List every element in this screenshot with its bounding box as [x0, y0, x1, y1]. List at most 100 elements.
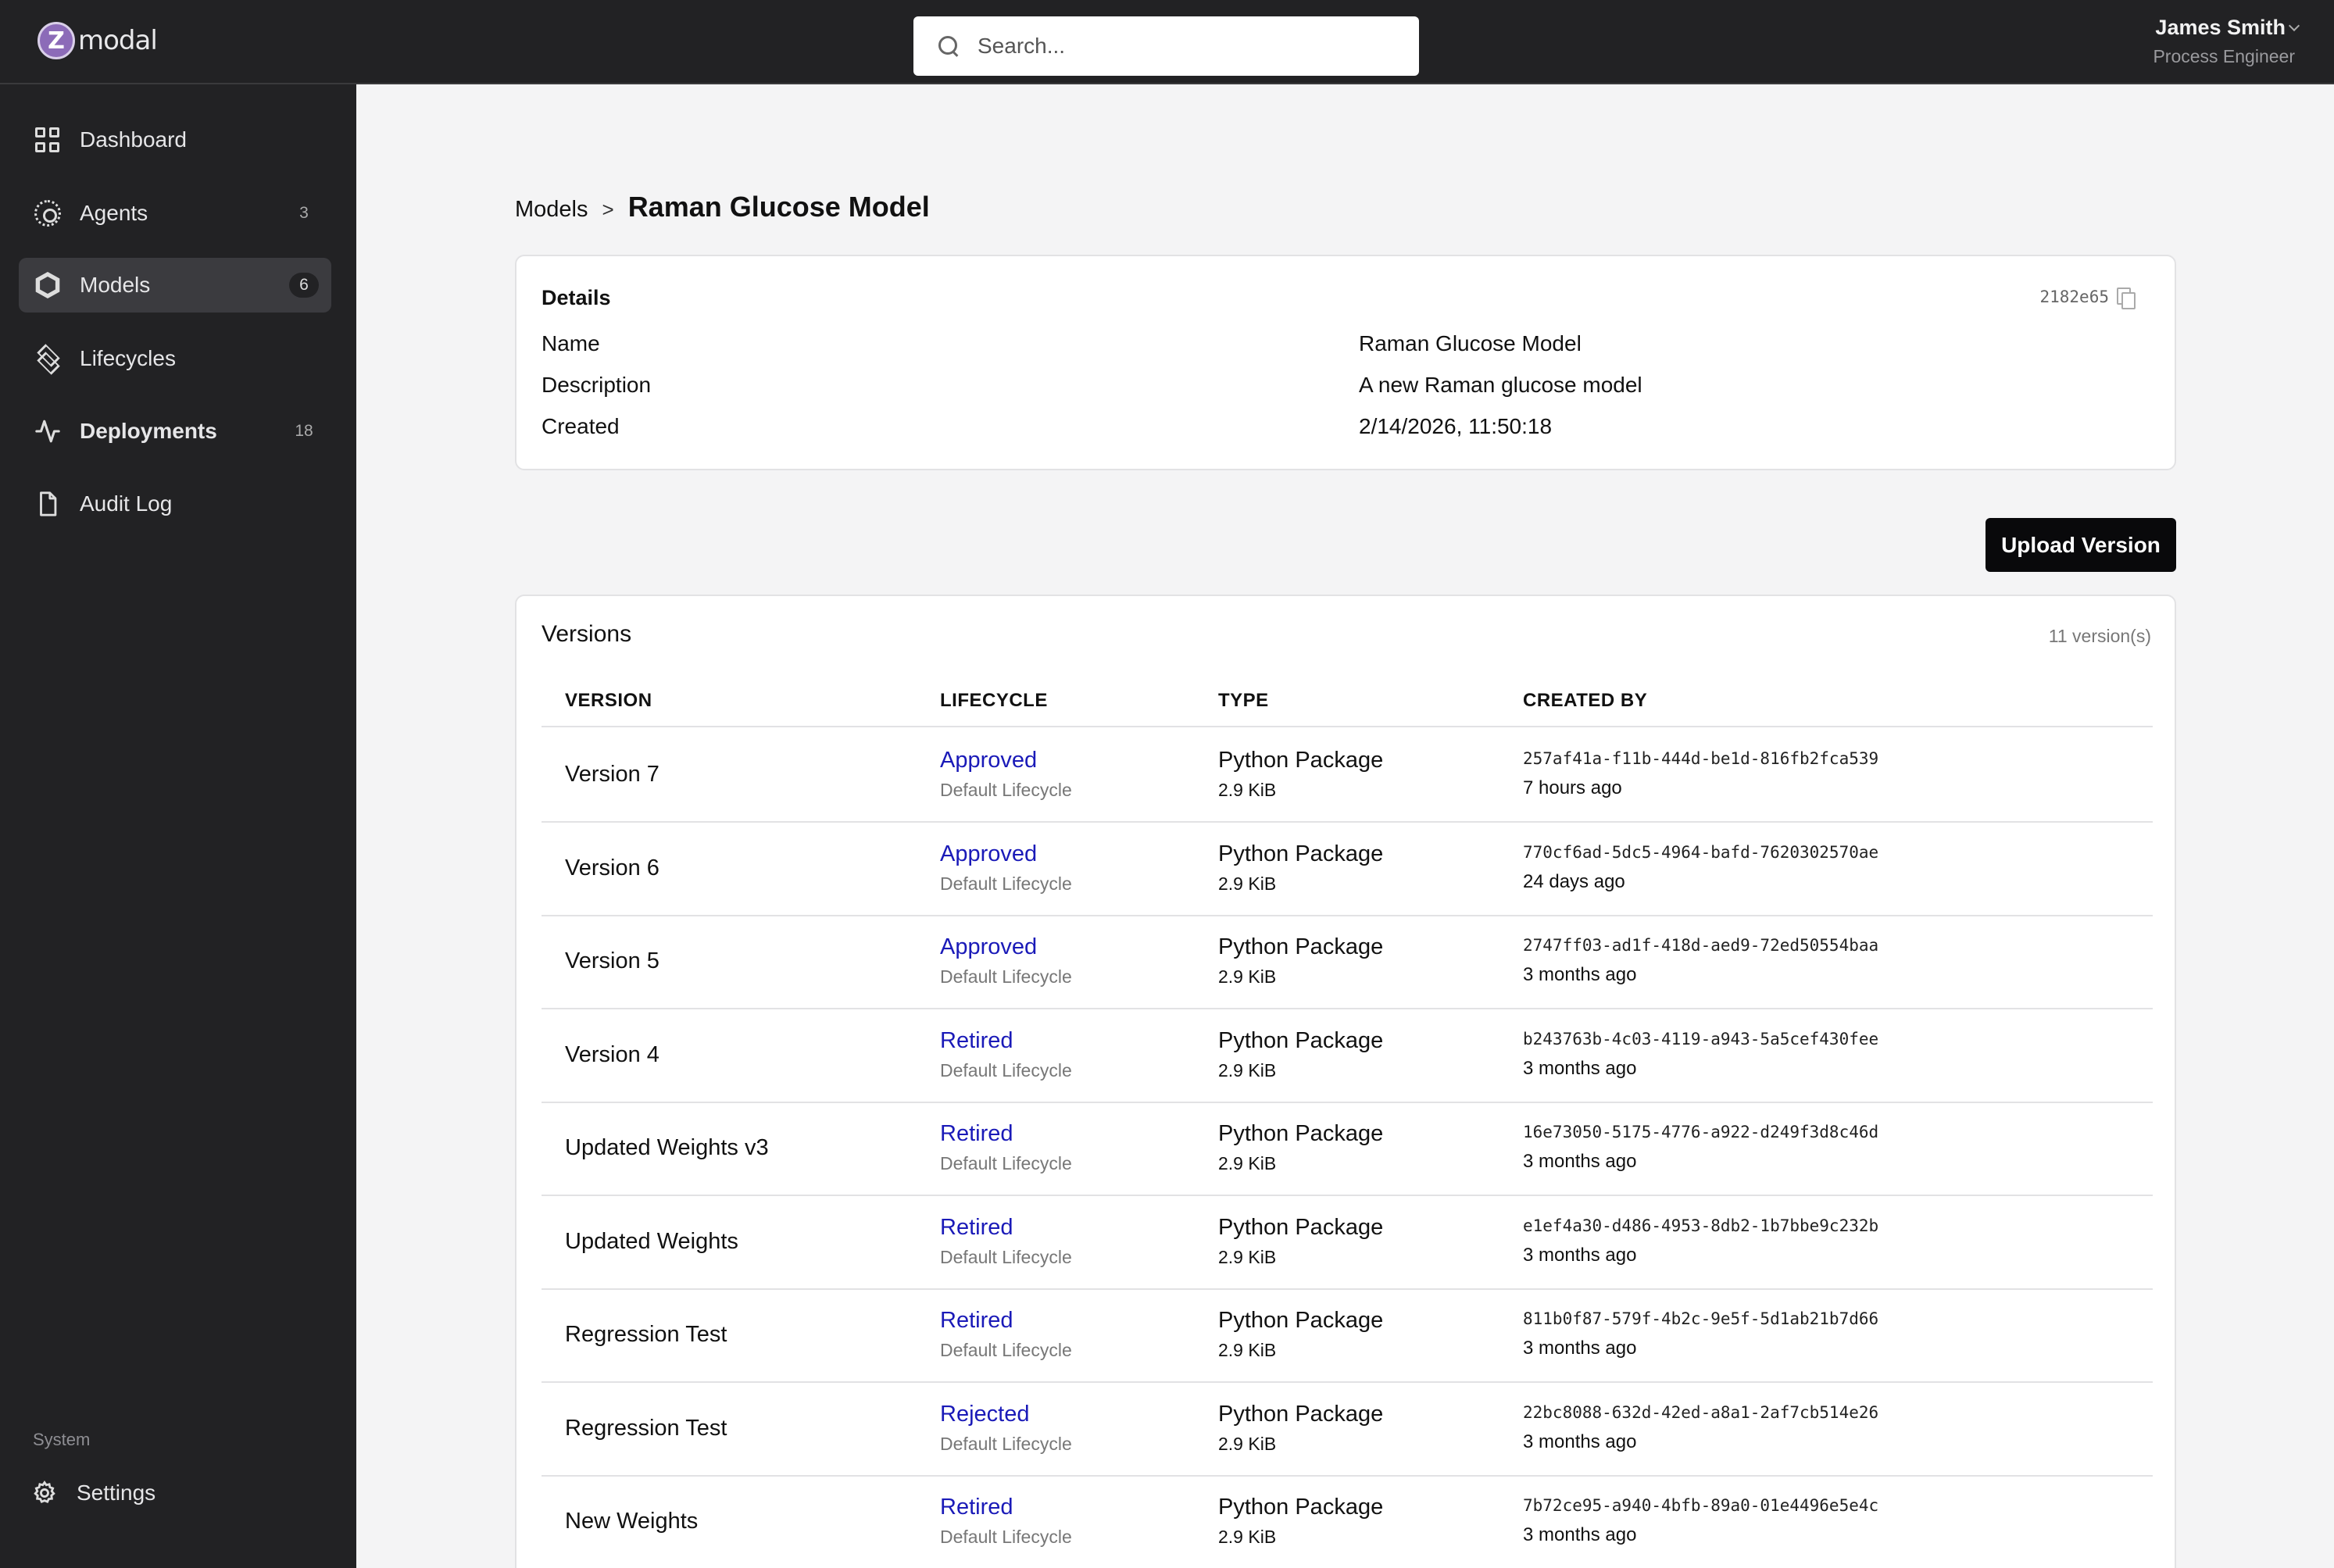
sidebar-item-deployments[interactable]: Deployments 18 — [19, 404, 331, 459]
upload-version-button[interactable]: Upload Version — [1986, 518, 2176, 572]
lifecycle-status-link[interactable]: Retired — [940, 1308, 1072, 1334]
table-header: VERSION LIFECYCLE TYPE CREATED BY — [542, 684, 2153, 727]
layers-icon — [34, 345, 61, 372]
top-bar: modal James Smith Process Engineer — [0, 0, 2334, 84]
package-size: 2.9 KiB — [1218, 1153, 1277, 1173]
detail-value: A new Raman glucose model — [1359, 373, 1642, 397]
sidebar-item-audit-log[interactable]: Audit Log — [19, 477, 331, 531]
search-icon — [937, 34, 960, 58]
sidebar-item-agents[interactable]: Agents 3 — [19, 186, 331, 241]
lifecycle-status-link[interactable]: Retired — [940, 1028, 1072, 1054]
column-header-type[interactable]: TYPE — [1218, 690, 1269, 712]
creator-id: 257af41a-f11b-444d-be1d-816fb2fca539 — [1523, 749, 1879, 768]
lifecycle-status-link[interactable]: Rejected — [940, 1402, 1072, 1427]
version-name[interactable]: Version 5 — [565, 948, 659, 974]
sidebar-item-settings[interactable]: Settings — [19, 1466, 331, 1520]
type-cell: Python Package 2.9 KiB — [1218, 934, 1383, 988]
versions-card: Versions 11 version(s) VERSION LIFECYCLE… — [515, 595, 2176, 1568]
sidebar-item-label: Deployments — [80, 419, 217, 443]
table-row[interactable]: Regression Test Rejected Default Lifecycle… — [542, 1383, 2153, 1477]
column-header-created-by[interactable]: CREATED BY — [1523, 690, 1647, 712]
created-time: 24 days ago — [1523, 870, 1625, 892]
count-badge: 6 — [289, 273, 319, 298]
sidebar-item-label: Settings — [77, 1480, 156, 1505]
detail-key: Created — [542, 414, 620, 438]
package-size: 2.9 KiB — [1218, 1433, 1277, 1454]
column-header-lifecycle[interactable]: LIFECYCLE — [940, 690, 1048, 712]
table-row[interactable]: Updated Weights Retired Default Lifecycle P… — [542, 1196, 2153, 1290]
sidebar-item-label: Models — [80, 273, 151, 297]
app-logo[interactable]: modal — [38, 22, 158, 59]
sidebar-item-models[interactable]: Models 6 — [19, 258, 331, 313]
breadcrumb-models-link[interactable]: Models — [515, 197, 588, 223]
lifecycle-cell: Approved Default Lifecycle — [940, 841, 1072, 895]
type-cell: Python Package 2.9 KiB — [1218, 1028, 1383, 1081]
lifecycle-cell: Retired Default Lifecycle — [940, 1308, 1072, 1361]
user-name: James Smith — [2155, 16, 2286, 39]
version-name[interactable]: Updated Weights v3 — [565, 1135, 769, 1161]
breadcrumb-separator: > — [602, 198, 614, 221]
search-box[interactable] — [913, 16, 1419, 76]
count-badge: 18 — [295, 422, 313, 440]
lifecycle-status-link[interactable]: Retired — [940, 1121, 1072, 1147]
version-name[interactable]: Version 7 — [565, 762, 659, 788]
table-row[interactable]: Version 6 Approved Default Lifecycle Python… — [542, 823, 2153, 916]
versions-title: Versions — [542, 621, 632, 647]
created-by-cell: 2747ff03-ad1f-418d-aed9-72ed50554baa 3 mo… — [1523, 936, 1878, 986]
lifecycle-cell: Rejected Default Lifecycle — [940, 1402, 1072, 1455]
table-row[interactable]: Regression Test Retired Default Lifecycle P… — [542, 1289, 2153, 1383]
package-size: 2.9 KiB — [1218, 1246, 1277, 1267]
column-header-version[interactable]: VERSION — [565, 690, 652, 712]
creator-id: 770cf6ad-5dc5-4964-bafd-7620302570ae — [1523, 842, 1879, 862]
creator-id: b243763b-4c03-4119-a943-5a5cef430fee — [1523, 1029, 1879, 1048]
package-type: Python Package — [1218, 1214, 1384, 1240]
package-type: Python Package — [1218, 841, 1384, 866]
table-row[interactable]: Version 5 Approved Default Lifecycle Python… — [542, 916, 2153, 1009]
created-time: 3 months ago — [1523, 1151, 1637, 1172]
chevron-down-icon — [2288, 20, 2300, 32]
sidebar-item-label: Audit Log — [80, 491, 173, 516]
lifecycle-name: Default Lifecycle — [940, 966, 1072, 987]
lifecycle-status-link[interactable]: Approved — [940, 934, 1072, 960]
agent-icon — [34, 200, 61, 227]
package-size: 2.9 KiB — [1218, 1340, 1277, 1360]
detail-value: Raman Glucose Model — [1359, 331, 1582, 355]
version-name[interactable]: Version 4 — [565, 1042, 659, 1068]
created-by-cell: 811b0f87-579f-4b2c-9e5f-5d1ab21b7d66 3 mo… — [1523, 1309, 1878, 1359]
lifecycle-name: Default Lifecycle — [940, 1059, 1072, 1080]
version-name[interactable]: New Weights — [565, 1509, 698, 1534]
table-row[interactable]: Version 7 Approved Default Lifecycle Python… — [542, 729, 2153, 823]
version-name[interactable]: Version 6 — [565, 855, 659, 881]
version-name[interactable]: Regression Test — [565, 1322, 727, 1348]
creator-id: 2747ff03-ad1f-418d-aed9-72ed50554baa — [1523, 936, 1879, 955]
version-name[interactable]: Updated Weights — [565, 1229, 738, 1255]
lifecycle-name: Default Lifecycle — [940, 780, 1072, 800]
package-type: Python Package — [1218, 1401, 1384, 1427]
gear-icon — [31, 1480, 58, 1506]
sidebar-item-dashboard[interactable]: Dashboard — [19, 113, 331, 167]
lifecycle-status-link[interactable]: Approved — [940, 841, 1072, 867]
model-id: 2182e65 — [2039, 288, 2109, 306]
type-cell: Python Package 2.9 KiB — [1218, 1402, 1383, 1455]
search-input[interactable] — [978, 34, 1399, 59]
detail-value: 2/14/2026, 11:50:18 — [1359, 414, 1553, 438]
package-size: 2.9 KiB — [1218, 780, 1277, 800]
table-row[interactable]: Updated Weights v3 Retired Default Lifecyc… — [542, 1102, 2153, 1196]
details-card: Details 2182e65 Name Raman Glucose Model… — [515, 255, 2176, 470]
table-row[interactable]: New Weights Retired Default Lifecycle Pytho… — [542, 1476, 2153, 1568]
logo-mark-icon — [38, 22, 75, 59]
user-menu[interactable]: James Smith Process Engineer — [2153, 16, 2300, 67]
created-time: 3 months ago — [1523, 1430, 1637, 1452]
copy-icon[interactable] — [2117, 288, 2136, 309]
sidebar-item-lifecycles[interactable]: Lifecycles — [19, 331, 331, 386]
lifecycle-status-link[interactable]: Retired — [940, 1495, 1072, 1520]
created-by-cell: 16e73050-5175-4776-a922-d249f3d8c46d 3 mo… — [1523, 1123, 1878, 1173]
table-row[interactable]: Version 4 Retired Default Lifecycle Python … — [542, 1009, 2153, 1103]
lifecycle-name: Default Lifecycle — [940, 1153, 1072, 1173]
lifecycle-name: Default Lifecycle — [940, 1433, 1072, 1454]
creator-id: 22bc8088-632d-42ed-a8a1-2af7cb514e26 — [1523, 1402, 1879, 1422]
lifecycle-status-link[interactable]: Approved — [940, 748, 1072, 773]
lifecycle-status-link[interactable]: Retired — [940, 1215, 1072, 1241]
lifecycle-name: Default Lifecycle — [940, 873, 1072, 894]
version-name[interactable]: Regression Test — [565, 1416, 727, 1441]
